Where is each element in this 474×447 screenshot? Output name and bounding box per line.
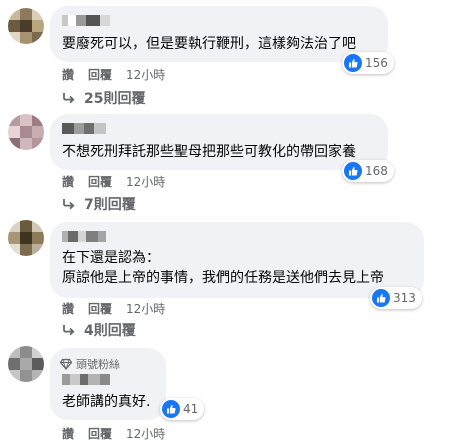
reply-arrow-icon — [63, 199, 75, 210]
view-replies-link[interactable]: 7則回覆 — [62, 194, 136, 214]
top-fan-badge[interactable]: 頭號粉絲 — [60, 356, 120, 372]
author-name[interactable] — [62, 374, 110, 385]
comment-bubble: 不想死刑拜託那些聖母把那些可教化的帶回家養 — [50, 114, 388, 170]
author-name[interactable] — [62, 231, 106, 242]
replies-label[interactable]: 4則回覆 — [84, 320, 136, 340]
comment-actions: 讚 回覆 12小時 — [62, 425, 165, 442]
reply-button[interactable]: 回覆 — [88, 66, 112, 83]
diamond-icon — [60, 358, 72, 370]
like-button[interactable]: 讚 — [62, 66, 74, 83]
thumbs-up-icon — [344, 54, 362, 72]
thumbs-up-icon — [162, 400, 180, 418]
comment-text: 老師講的真好. — [62, 394, 151, 410]
comment-text-line-2: 原諒他是上帝的事情，我們的任務是送他們去見上帝 — [62, 270, 384, 286]
replies-label[interactable]: 25則回覆 — [84, 88, 145, 108]
comment-actions: 讚 回覆 12小時 — [62, 173, 165, 190]
comment-text: 不想死刑拜託那些聖母把那些可教化的帶回家養 — [62, 144, 356, 160]
comment-bubble: 頭號粉絲 老師講的真好. — [50, 348, 166, 420]
timestamp[interactable]: 12小時 — [126, 173, 165, 190]
reaction-count[interactable]: 41 — [160, 398, 205, 420]
avatar[interactable] — [8, 114, 44, 150]
author-name[interactable] — [62, 123, 106, 134]
like-button[interactable]: 讚 — [62, 425, 74, 442]
reply-arrow-icon — [63, 93, 75, 104]
timestamp[interactable]: 12小時 — [126, 425, 165, 442]
reply-button[interactable]: 回覆 — [88, 425, 112, 442]
comment-actions: 讚 回覆 12小時 — [62, 300, 165, 317]
like-button[interactable]: 讚 — [62, 173, 74, 190]
badge-label: 頭號粉絲 — [76, 358, 120, 371]
avatar[interactable] — [8, 220, 44, 256]
comment-text-line-1: 在下還是認為： — [62, 250, 160, 266]
reply-button[interactable]: 回覆 — [88, 300, 112, 317]
thumbs-up-icon — [344, 162, 362, 180]
reaction-count[interactable]: 156 — [342, 52, 394, 74]
timestamp[interactable]: 12小時 — [126, 66, 165, 83]
avatar[interactable] — [8, 346, 44, 382]
like-button[interactable]: 讚 — [62, 300, 74, 317]
reply-button[interactable]: 回覆 — [88, 173, 112, 190]
reaction-count[interactable]: 313 — [370, 287, 422, 309]
replies-label[interactable]: 7則回覆 — [84, 194, 136, 214]
avatar[interactable] — [8, 8, 44, 44]
view-replies-link[interactable]: 25則回覆 — [62, 88, 145, 108]
comment-actions: 讚 回覆 12小時 — [62, 66, 165, 83]
reaction-count[interactable]: 168 — [342, 160, 394, 182]
thumbs-up-icon — [372, 289, 390, 307]
comment-text: 要廢死可以，但是要執行鞭刑，這樣夠法治了吧 — [62, 36, 356, 52]
timestamp[interactable]: 12小時 — [126, 300, 165, 317]
comment-bubble: 在下還是認為： 原諒他是上帝的事情，我們的任務是送他們去見上帝 — [50, 222, 424, 298]
view-replies-link[interactable]: 4則回覆 — [62, 320, 136, 340]
comment-bubble: 要廢死可以，但是要執行鞭刑，這樣夠法治了吧 — [50, 6, 388, 62]
reply-arrow-icon — [63, 325, 75, 336]
author-name[interactable] — [62, 15, 110, 26]
